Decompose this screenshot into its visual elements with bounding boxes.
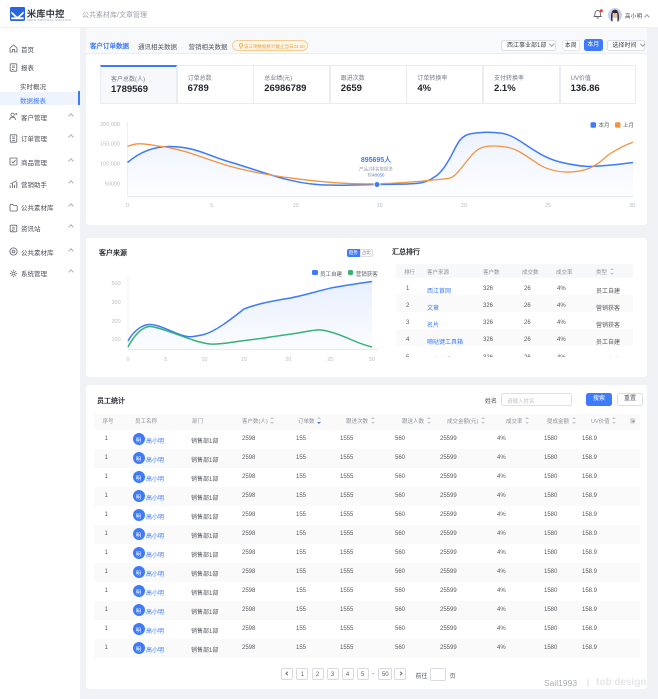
svg-text:0: 0 <box>126 203 129 209</box>
svg-text:30: 30 <box>369 357 375 363</box>
svg-text:300: 300 <box>112 300 121 306</box>
svg-text:30: 30 <box>629 203 635 209</box>
svg-text:0: 0 <box>126 357 129 363</box>
svg-text:10: 10 <box>201 357 207 363</box>
svg-text:5: 5 <box>210 203 213 209</box>
svg-text:150,000: 150,000 <box>100 142 120 148</box>
svg-text:25: 25 <box>545 203 551 209</box>
svg-text:10: 10 <box>293 203 299 209</box>
svg-text:895695人: 895695人 <box>361 155 392 164</box>
svg-text:上月: 上月 <box>623 121 634 129</box>
svg-text:50000: 50000 <box>105 182 120 188</box>
svg-text:200: 200 <box>112 319 121 325</box>
svg-text:本月: 本月 <box>599 121 610 129</box>
svg-text:100: 100 <box>112 337 121 343</box>
svg-text:15: 15 <box>241 357 247 363</box>
svg-text:20: 20 <box>461 203 467 209</box>
svg-text:5: 5 <box>164 357 167 363</box>
svg-text:较48056: 较48056 <box>367 172 385 179</box>
svg-text:200,000: 200,000 <box>100 122 120 128</box>
svg-text:产品2排名数据多: 产品2排名数据多 <box>359 166 394 173</box>
svg-text:15: 15 <box>377 203 383 209</box>
svg-text:20: 20 <box>285 357 291 363</box>
svg-text:500: 500 <box>112 281 121 287</box>
svg-text:25: 25 <box>327 357 333 363</box>
svg-text:100,000: 100,000 <box>100 161 120 167</box>
